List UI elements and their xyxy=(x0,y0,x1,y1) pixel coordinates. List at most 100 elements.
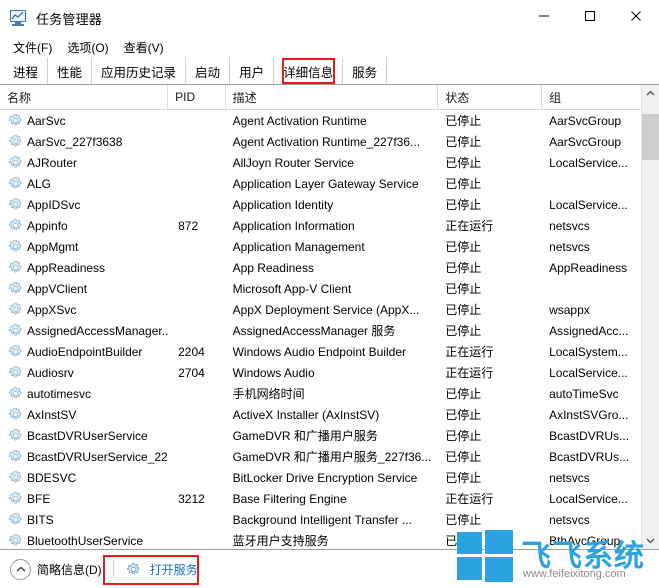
service-name-label: AarSvc xyxy=(27,114,66,128)
service-name-cell: Audiosrv xyxy=(0,365,168,380)
menu-file[interactable]: 文件(F) xyxy=(7,37,61,58)
scrollbar-track[interactable] xyxy=(642,102,659,532)
table-body: AarSvcAgent Activation Runtime已停止AarSvcG… xyxy=(0,110,641,549)
service-gear-icon xyxy=(8,113,23,128)
close-button[interactable] xyxy=(613,0,659,32)
table-row[interactable]: BcastDVRUserService_22...GameDVR 和广播用户服务… xyxy=(0,446,641,467)
service-gear-icon xyxy=(8,533,23,548)
service-status-cell: 正在运行 xyxy=(438,490,542,507)
service-name-cell: AppIDSvc xyxy=(0,197,168,212)
tab-details[interactable]: 详细信息 xyxy=(274,58,343,84)
service-group-cell: netsvcs xyxy=(542,240,641,254)
table-row[interactable]: AppIDSvcApplication Identity已停止LocalServ… xyxy=(0,194,641,215)
service-name-cell: ALG xyxy=(0,176,168,191)
chevron-up-circle-icon xyxy=(10,559,31,580)
table-row[interactable]: AarSvc_227f3638Agent Activation Runtime_… xyxy=(0,131,641,152)
service-gear-icon xyxy=(8,155,23,170)
service-description-cell: Application Identity xyxy=(226,198,439,212)
table-row[interactable]: BluetoothUserService蓝牙用户支持服务已停止BthAvcGro… xyxy=(0,530,641,549)
service-pid-cell: 2704 xyxy=(168,366,225,380)
service-name-label: AppVClient xyxy=(27,282,87,296)
column-header-name[interactable]: 名称 ^ xyxy=(0,85,168,109)
service-description-cell: AllJoyn Router Service xyxy=(226,156,439,170)
chart-glyph xyxy=(11,11,25,21)
service-group-cell: LocalService... xyxy=(542,198,641,212)
table-row[interactable]: AarSvcAgent Activation Runtime已停止AarSvcG… xyxy=(0,110,641,131)
column-header-group[interactable]: 组 xyxy=(542,85,641,109)
tab-performance[interactable]: 性能 xyxy=(48,58,92,84)
service-name-cell: AppReadiness xyxy=(0,260,168,275)
service-name-label: AJRouter xyxy=(27,156,77,170)
title-bar: 任务管理器 xyxy=(0,0,659,36)
tab-app-history[interactable]: 应用历史记录 xyxy=(92,58,186,84)
service-gear-icon xyxy=(8,512,23,527)
table-row[interactable]: ALGApplication Layer Gateway Service已停止 xyxy=(0,173,641,194)
service-name-label: BluetoothUserService xyxy=(27,534,143,548)
service-gear-icon xyxy=(8,134,23,149)
sort-ascending-icon: ^ xyxy=(84,85,89,92)
service-status-cell: 正在运行 xyxy=(438,217,542,234)
service-description-cell: AssignedAccessManager 服务 xyxy=(226,322,439,339)
service-description-cell: BitLocker Drive Encryption Service xyxy=(226,471,439,485)
tab-services[interactable]: 服务 xyxy=(343,58,387,84)
service-status-cell: 已停止 xyxy=(438,301,542,318)
service-name-label: AppIDSvc xyxy=(27,198,80,212)
service-name-cell: BDESVC xyxy=(0,470,168,485)
tab-users[interactable]: 用户 xyxy=(230,58,274,84)
service-status-cell: 已停止 xyxy=(438,322,542,339)
tab-processes[interactable]: 进程 xyxy=(4,58,48,84)
table-row[interactable]: AxInstSVActiveX Installer (AxInstSV)已停止A… xyxy=(0,404,641,425)
table-row[interactable]: Audiosrv2704Windows Audio正在运行LocalServic… xyxy=(0,362,641,383)
window-title: 任务管理器 xyxy=(36,9,102,28)
table-row[interactable]: AudioEndpointBuilder2204Windows Audio En… xyxy=(0,341,641,362)
table-row[interactable]: autotimesvc手机网络时间已停止autoTimeSvc xyxy=(0,383,641,404)
service-description-cell: AppX Deployment Service (AppX... xyxy=(226,303,439,317)
table-row[interactable]: BITSBackground Intelligent Transfer ...已… xyxy=(0,509,641,530)
menu-view[interactable]: 查看(V) xyxy=(118,37,173,58)
maximize-button[interactable] xyxy=(567,0,613,32)
service-gear-icon xyxy=(8,470,23,485)
table-row[interactable]: AppVClientMicrosoft App-V Client已停止 xyxy=(0,278,641,299)
table-row[interactable]: AssignedAccessManager...AssignedAccessMa… xyxy=(0,320,641,341)
fewer-details-button[interactable]: 简略信息(D) xyxy=(10,559,102,580)
scroll-up-arrow-icon[interactable] xyxy=(642,85,659,102)
service-group-cell: LocalService... xyxy=(542,156,641,170)
service-status-cell: 正在运行 xyxy=(438,343,542,360)
open-services-button[interactable]: 打开服务 xyxy=(125,561,198,578)
service-group-cell: AxInstSVGro... xyxy=(542,408,641,422)
service-group-cell: wsappx xyxy=(542,303,641,317)
menu-options[interactable]: 选项(O) xyxy=(61,37,117,58)
table-row[interactable]: AppMgmtApplication Management已停止netsvcs xyxy=(0,236,641,257)
column-header-pid[interactable]: PID xyxy=(168,85,225,109)
service-group-cell: AssignedAcc... xyxy=(542,324,641,338)
table-row[interactable]: AppReadinessApp Readiness已停止AppReadiness xyxy=(0,257,641,278)
service-gear-icon xyxy=(8,386,23,401)
fewer-details-label: 简略信息(D) xyxy=(37,561,102,578)
service-description-cell: Windows Audio xyxy=(226,366,439,380)
scrollbar-thumb[interactable] xyxy=(642,114,659,160)
column-header-status[interactable]: 状态 xyxy=(438,85,542,109)
service-name-label: Audiosrv xyxy=(27,366,74,380)
service-gear-icon xyxy=(8,449,23,464)
table-row[interactable]: AJRouterAllJoyn Router Service已停止LocalSe… xyxy=(0,152,641,173)
service-description-cell: 手机网络时间 xyxy=(226,385,439,402)
service-gear-icon xyxy=(8,281,23,296)
column-header-description[interactable]: 描述 xyxy=(226,85,439,109)
service-description-cell: Microsoft App-V Client xyxy=(226,282,439,296)
table-row[interactable]: AppXSvcAppX Deployment Service (AppX...已… xyxy=(0,299,641,320)
service-description-cell: GameDVR 和广播用户服务 xyxy=(226,427,439,444)
table-row[interactable]: Appinfo872Application Information正在运行net… xyxy=(0,215,641,236)
service-name-cell: AppMgmt xyxy=(0,239,168,254)
tab-startup[interactable]: 启动 xyxy=(186,58,230,84)
service-name-cell: BFE xyxy=(0,491,168,506)
scroll-down-arrow-icon[interactable] xyxy=(642,532,659,549)
service-description-cell: Application Management xyxy=(226,240,439,254)
table-row[interactable]: BcastDVRUserServiceGameDVR 和广播用户服务已停止Bca… xyxy=(0,425,641,446)
vertical-scrollbar[interactable] xyxy=(641,85,659,549)
service-gear-icon xyxy=(8,365,23,380)
table-row[interactable]: BDESVC BitLocker Drive Encryption Service… xyxy=(0,467,641,488)
service-group-cell: AarSvcGroup xyxy=(542,114,641,128)
table-row[interactable]: BFE3212Base Filtering Engine正在运行LocalSer… xyxy=(0,488,641,509)
service-name-label: AudioEndpointBuilder xyxy=(27,345,142,359)
minimize-button[interactable] xyxy=(521,0,567,32)
